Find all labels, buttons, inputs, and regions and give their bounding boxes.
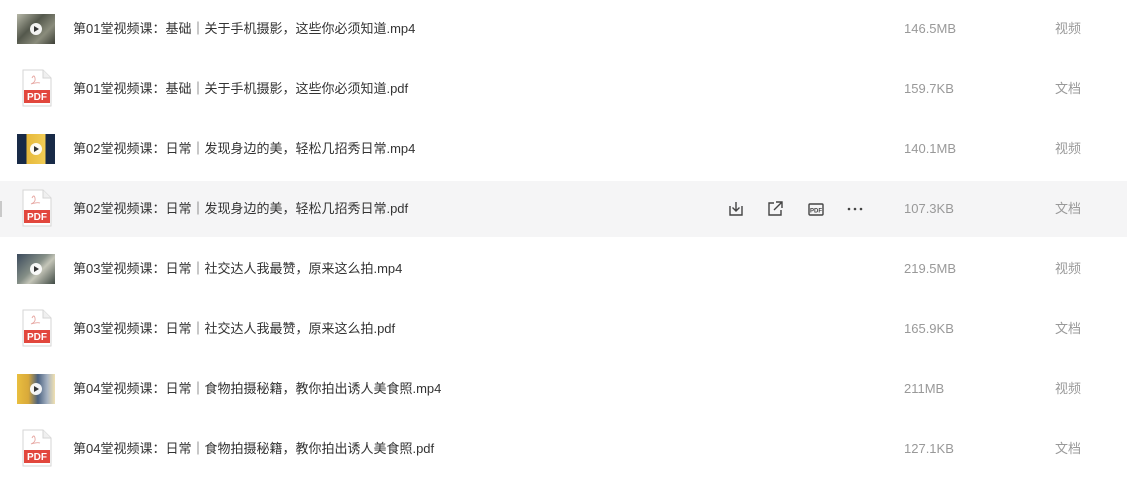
file-type: 视频 bbox=[1055, 381, 1082, 396]
svg-text:PDF: PDF bbox=[27, 92, 47, 103]
more-icon bbox=[845, 199, 865, 219]
file-size: 127.1KB bbox=[904, 441, 954, 456]
file-size: 107.3KB bbox=[904, 201, 954, 216]
file-size: 211MB bbox=[904, 381, 945, 396]
pdf-file-icon[interactable]: PDF bbox=[22, 429, 52, 467]
play-icon bbox=[30, 383, 42, 395]
file-row[interactable]: 第01堂视频课：基础｜关于手机摄影，这些你必须知道.mp4 146.5MB 视频 bbox=[0, 1, 1127, 57]
more-button[interactable] bbox=[845, 199, 865, 219]
file-name[interactable]: 第02堂视频课：日常｜发现身边的美，轻松几招秀日常.mp4 bbox=[73, 140, 415, 158]
share-icon bbox=[765, 199, 785, 219]
file-type: 视频 bbox=[1055, 141, 1082, 156]
play-icon bbox=[30, 23, 42, 35]
pdf-convert-icon: PDF bbox=[806, 199, 826, 219]
download-button[interactable] bbox=[726, 199, 746, 219]
video-thumbnail[interactable] bbox=[17, 14, 55, 44]
pdf-convert-button[interactable]: PDF bbox=[806, 199, 826, 219]
file-size: 159.7KB bbox=[904, 81, 954, 96]
file-size: 140.1MB bbox=[904, 141, 957, 156]
play-icon bbox=[30, 263, 42, 275]
file-name[interactable]: 第03堂视频课：日常｜社交达人我最赞，原来这么拍.pdf bbox=[73, 320, 395, 338]
file-size: 146.5MB bbox=[904, 21, 957, 36]
video-thumbnail[interactable] bbox=[17, 134, 55, 164]
svg-text:PDF: PDF bbox=[27, 212, 47, 223]
file-row[interactable]: 第02堂视频课：日常｜发现身边的美，轻松几招秀日常.mp4 140.1MB 视频 bbox=[0, 121, 1127, 177]
file-list: 第01堂视频课：基础｜关于手机摄影，这些你必须知道.mp4 146.5MB 视频 P… bbox=[0, 0, 1127, 478]
video-thumbnail[interactable] bbox=[17, 374, 55, 404]
file-type: 文档 bbox=[1055, 441, 1082, 456]
file-name[interactable]: 第02堂视频课：日常｜发现身边的美，轻松几招秀日常.pdf bbox=[73, 200, 408, 218]
file-name[interactable]: 第01堂视频课：基础｜关于手机摄影，这些你必须知道.mp4 bbox=[73, 20, 415, 38]
file-row[interactable]: PDF 第03堂视频课：日常｜社交达人我最赞，原来这么拍.pdf 165.9KB 文… bbox=[0, 301, 1127, 357]
file-size: 219.5MB bbox=[904, 261, 957, 276]
file-row[interactable]: PDF 第04堂视频课：日常｜食物拍摄秘籍，教你拍出诱人美食照.pdf 127.1… bbox=[0, 421, 1127, 477]
file-name[interactable]: 第01堂视频课：基础｜关于手机摄影，这些你必须知道.pdf bbox=[73, 80, 408, 98]
file-name[interactable]: 第04堂视频课：日常｜食物拍摄秘籍，教你拍出诱人美食照.pdf bbox=[73, 440, 434, 458]
pdf-file-icon[interactable]: PDF bbox=[22, 189, 52, 227]
file-type: 文档 bbox=[1055, 201, 1082, 216]
play-icon bbox=[30, 143, 42, 155]
file-row[interactable]: 第03堂视频课：日常｜社交达人我最赞，原来这么拍.mp4 219.5MB 视频 bbox=[0, 241, 1127, 297]
file-type: 文档 bbox=[1055, 81, 1082, 96]
file-size: 165.9KB bbox=[904, 321, 954, 336]
svg-text:PDF: PDF bbox=[27, 332, 47, 343]
svg-text:PDF: PDF bbox=[810, 209, 822, 215]
file-name[interactable]: 第04堂视频课：日常｜食物拍摄秘籍，教你拍出诱人美食照.mp4 bbox=[73, 380, 441, 398]
svg-text:PDF: PDF bbox=[27, 452, 47, 463]
file-name[interactable]: 第03堂视频课：日常｜社交达人我最赞，原来这么拍.mp4 bbox=[73, 260, 402, 278]
file-row[interactable]: PDF 第01堂视频课：基础｜关于手机摄影，这些你必须知道.pdf 159.7KB… bbox=[0, 61, 1127, 117]
file-row[interactable]: 第04堂视频课：日常｜食物拍摄秘籍，教你拍出诱人美食照.mp4 211MB 视频 bbox=[0, 361, 1127, 417]
share-button[interactable] bbox=[765, 199, 785, 219]
pdf-file-icon[interactable]: PDF bbox=[22, 69, 52, 107]
file-type: 文档 bbox=[1055, 321, 1082, 336]
file-type: 视频 bbox=[1055, 261, 1082, 276]
download-icon bbox=[726, 199, 746, 219]
file-type: 视频 bbox=[1055, 21, 1082, 36]
video-thumbnail[interactable] bbox=[17, 254, 55, 284]
pdf-file-icon[interactable]: PDF bbox=[22, 309, 52, 347]
file-row[interactable]: PDF 第02堂视频课：日常｜发现身边的美，轻松几招秀日常.pdf PDF 107.… bbox=[0, 181, 1127, 237]
